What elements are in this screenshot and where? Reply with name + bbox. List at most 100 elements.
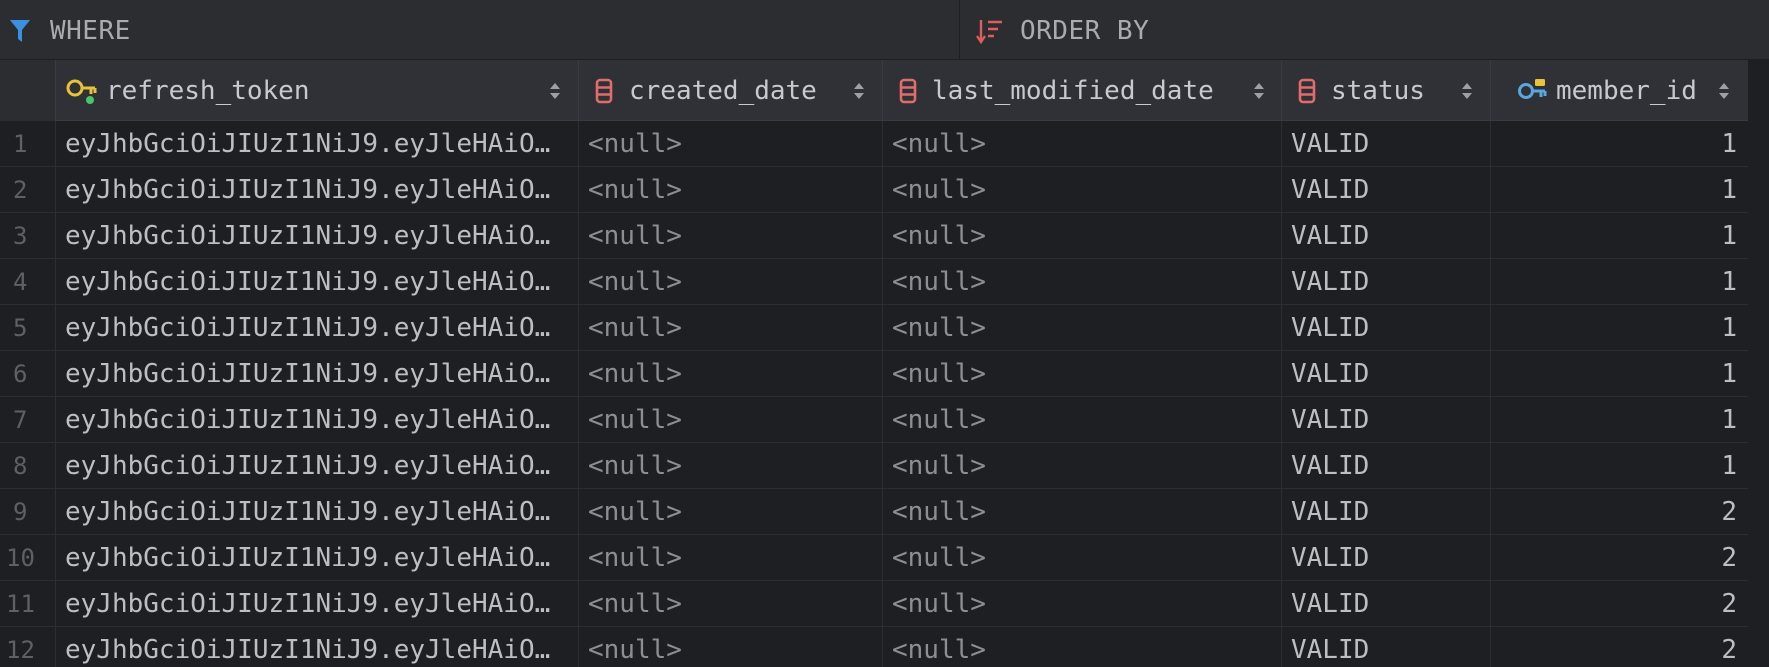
last-modified-date-cell[interactable]: <null> [883,627,1282,667]
status-cell[interactable]: VALID [1282,489,1491,535]
filter-bar: WHERE ORDER BY [0,0,1769,60]
member-id-cell[interactable]: 1 [1491,259,1748,305]
sort-toggle-icon[interactable] [548,81,562,105]
column-header-created-date[interactable]: created_date [579,60,883,121]
refresh-token-cell[interactable]: eyJhbGciOiJIUzI1NiJ9.eyJleHAiO… [56,397,579,443]
refresh-token-cell[interactable]: eyJhbGciOiJIUzI1NiJ9.eyJleHAiO… [56,167,579,213]
refresh-token-cell[interactable]: eyJhbGciOiJIUzI1NiJ9.eyJleHAiO… [56,489,579,535]
table-row[interactable]: 6 eyJhbGciOiJIUzI1NiJ9.eyJleHAiO… <null>… [0,351,1748,397]
refresh-token-cell[interactable]: eyJhbGciOiJIUzI1NiJ9.eyJleHAiO… [56,351,579,397]
table-row[interactable]: 12 eyJhbGciOiJIUzI1NiJ9.eyJleHAiO… <null… [0,627,1748,667]
last-modified-date-cell[interactable]: <null> [883,581,1282,627]
table-row[interactable]: 11 eyJhbGciOiJIUzI1NiJ9.eyJleHAiO… <null… [0,581,1748,627]
column-name: last_modified_date [932,76,1214,106]
last-modified-date-cell[interactable]: <null> [883,397,1282,443]
last-modified-date-cell[interactable]: <null> [883,535,1282,581]
sort-toggle-icon[interactable] [1252,81,1266,105]
created-date-cell[interactable]: <null> [579,305,883,351]
member-id-cell[interactable]: 2 [1491,627,1748,667]
table-row[interactable]: 8 eyJhbGciOiJIUzI1NiJ9.eyJleHAiO… <null>… [0,443,1748,489]
member-id-cell[interactable]: 1 [1491,167,1748,213]
table-row[interactable]: 10 eyJhbGciOiJIUzI1NiJ9.eyJleHAiO… <null… [0,535,1748,581]
grid-right-edge [1748,60,1769,667]
created-date-cell[interactable]: <null> [579,581,883,627]
member-id-cell[interactable]: 2 [1491,489,1748,535]
status-cell[interactable]: VALID [1282,627,1491,667]
table-row[interactable]: 7 eyJhbGciOiJIUzI1NiJ9.eyJleHAiO… <null>… [0,397,1748,443]
member-id-cell[interactable]: 2 [1491,581,1748,627]
status-cell[interactable]: VALID [1282,167,1491,213]
table-row[interactable]: 1 eyJhbGciOiJIUzI1NiJ9.eyJleHAiO… <null>… [0,121,1748,167]
created-date-cell[interactable]: <null> [579,213,883,259]
column-name: status [1331,76,1425,106]
created-date-cell[interactable]: <null> [579,627,883,667]
order-by-filter[interactable]: ORDER BY [961,0,1769,60]
status-cell[interactable]: VALID [1282,581,1491,627]
table-row[interactable]: 4 eyJhbGciOiJIUzI1NiJ9.eyJleHAiO… <null>… [0,259,1748,305]
column-header-refresh-token[interactable]: refresh_token [56,60,579,121]
created-date-cell[interactable]: <null> [579,351,883,397]
row-number: 12 [0,627,56,667]
column-header-row: refresh_token created_date last_modified… [0,60,1748,121]
row-number: 9 [0,489,56,535]
last-modified-date-cell[interactable]: <null> [883,443,1282,489]
refresh-token-cell[interactable]: eyJhbGciOiJIUzI1NiJ9.eyJleHAiO… [56,213,579,259]
status-cell[interactable]: VALID [1282,351,1491,397]
created-date-cell[interactable]: <null> [579,443,883,489]
created-date-cell[interactable]: <null> [579,535,883,581]
refresh-token-cell[interactable]: eyJhbGciOiJIUzI1NiJ9.eyJleHAiO… [56,627,579,667]
table-row[interactable]: 9 eyJhbGciOiJIUzI1NiJ9.eyJleHAiO… <null>… [0,489,1748,535]
created-date-cell[interactable]: <null> [579,397,883,443]
row-number: 8 [0,443,56,489]
status-cell[interactable]: VALID [1282,535,1491,581]
refresh-token-cell[interactable]: eyJhbGciOiJIUzI1NiJ9.eyJleHAiO… [56,259,579,305]
column-icon [595,78,613,108]
column-header-last-modified-date[interactable]: last_modified_date [883,60,1282,121]
last-modified-date-cell[interactable]: <null> [883,167,1282,213]
status-cell[interactable]: VALID [1282,397,1491,443]
refresh-token-cell[interactable]: eyJhbGciOiJIUzI1NiJ9.eyJleHAiO… [56,121,579,167]
last-modified-date-cell[interactable]: <null> [883,489,1282,535]
created-date-cell[interactable]: <null> [579,259,883,305]
refresh-token-cell[interactable]: eyJhbGciOiJIUzI1NiJ9.eyJleHAiO… [56,305,579,351]
sort-toggle-icon[interactable] [1717,81,1731,105]
status-cell[interactable]: VALID [1282,443,1491,489]
column-header-status[interactable]: status [1282,60,1491,121]
status-cell[interactable]: VALID [1282,305,1491,351]
row-number: 4 [0,259,56,305]
column-header-member-id[interactable]: member_id [1491,60,1748,121]
status-cell[interactable]: VALID [1282,121,1491,167]
last-modified-date-cell[interactable]: <null> [883,259,1282,305]
member-id-cell[interactable]: 1 [1491,121,1748,167]
last-modified-date-cell[interactable]: <null> [883,121,1282,167]
status-cell[interactable]: VALID [1282,259,1491,305]
created-date-cell[interactable]: <null> [579,121,883,167]
member-id-cell[interactable]: 1 [1491,213,1748,259]
member-id-cell[interactable]: 1 [1491,397,1748,443]
sort-toggle-icon[interactable] [852,81,866,105]
last-modified-date-cell[interactable]: <null> [883,305,1282,351]
table-row[interactable]: 5 eyJhbGciOiJIUzI1NiJ9.eyJleHAiO… <null>… [0,305,1748,351]
refresh-token-cell[interactable]: eyJhbGciOiJIUzI1NiJ9.eyJleHAiO… [56,535,579,581]
table-row[interactable]: 2 eyJhbGciOiJIUzI1NiJ9.eyJleHAiO… <null>… [0,167,1748,213]
created-date-cell[interactable]: <null> [579,489,883,535]
status-cell[interactable]: VALID [1282,213,1491,259]
filter-icon [9,18,31,48]
row-number-header [0,60,56,121]
member-id-cell[interactable]: 2 [1491,535,1748,581]
member-id-cell[interactable]: 1 [1491,443,1748,489]
column-name: member_id [1556,76,1697,106]
sort-toggle-icon[interactable] [1460,81,1474,105]
created-date-cell[interactable]: <null> [579,167,883,213]
row-number: 3 [0,213,56,259]
member-id-cell[interactable]: 1 [1491,351,1748,397]
refresh-token-cell[interactable]: eyJhbGciOiJIUzI1NiJ9.eyJleHAiO… [56,443,579,489]
column-name: created_date [629,76,817,106]
table-row[interactable]: 3 eyJhbGciOiJIUzI1NiJ9.eyJleHAiO… <null>… [0,213,1748,259]
refresh-token-cell[interactable]: eyJhbGciOiJIUzI1NiJ9.eyJleHAiO… [56,581,579,627]
where-filter[interactable]: WHERE [0,0,960,60]
member-id-cell[interactable]: 1 [1491,305,1748,351]
last-modified-date-cell[interactable]: <null> [883,351,1282,397]
foreign-key-icon [1517,77,1549,107]
last-modified-date-cell[interactable]: <null> [883,213,1282,259]
